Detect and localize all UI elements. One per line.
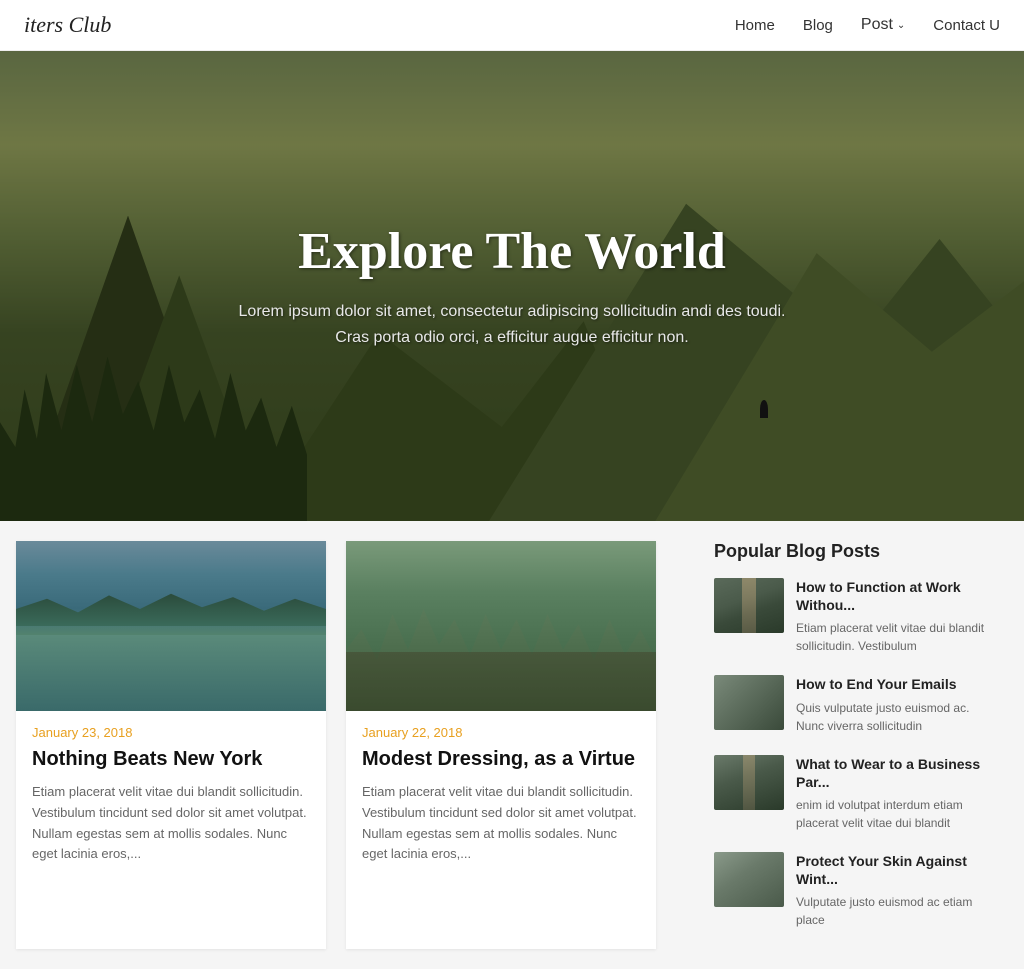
card-image-lake [16,541,326,711]
header: iters Club Home Blog Post ⌄ Contact U [0,0,1024,51]
popular-post-excerpt: Etiam placerat velit vitae dui blandit s… [796,619,992,655]
card-image [346,541,656,711]
popular-post-excerpt: Quis vulputate justo euismod ac. Nunc vi… [796,699,992,735]
popular-post-item[interactable]: How to End Your Emails Quis vulputate ju… [714,675,992,734]
popular-post-info: What to Wear to a Business Par... enim i… [796,755,992,832]
popular-post-item[interactable]: Protect Your Skin Against Wint... Vulput… [714,852,992,929]
blog-cards-container: January 23, 2018 Nothing Beats New York … [16,541,678,949]
nav-contact[interactable]: Contact U [933,17,1000,34]
popular-post-thumbnail [714,755,784,810]
popular-post-thumbnail [714,675,784,730]
chevron-down-icon: ⌄ [897,20,905,31]
nav-home[interactable]: Home [735,17,775,34]
card-image [16,541,326,711]
card-title[interactable]: Nothing Beats New York [32,746,310,772]
thumb-image [714,675,784,730]
popular-post-info: How to Function at Work Withou... Etiam … [796,578,992,655]
nav-post[interactable]: Post ⌄ [861,16,905,34]
sidebar-title: Popular Blog Posts [714,541,992,562]
hero-title: Explore The World [239,222,786,281]
popular-post-title[interactable]: Protect Your Skin Against Wint... [796,852,992,888]
hero-content: Explore The World Lorem ipsum dolor sit … [219,222,806,350]
blog-card: January 22, 2018 Modest Dressing, as a V… [346,541,656,949]
popular-post-title[interactable]: How to Function at Work Withou... [796,578,992,614]
blog-card: January 23, 2018 Nothing Beats New York … [16,541,326,949]
popular-post-thumbnail [714,852,784,907]
thumb-image [714,755,784,810]
hero-subtitle: Lorem ipsum dolor sit amet, consectetur … [239,299,786,350]
thumb-image [714,852,784,907]
popular-post-info: Protect Your Skin Against Wint... Vulput… [796,852,992,929]
main-content: January 23, 2018 Nothing Beats New York … [0,521,1024,969]
card-body: January 23, 2018 Nothing Beats New York … [16,711,326,885]
main-nav: Home Blog Post ⌄ Contact U [735,16,1000,34]
card-excerpt: Etiam placerat velit vitae dui blandit s… [362,782,640,865]
popular-post-excerpt: Vulputate justo euismod ac etiam place [796,893,992,929]
popular-post-item[interactable]: How to Function at Work Withou... Etiam … [714,578,992,655]
nav-blog[interactable]: Blog [803,17,833,34]
popular-post-excerpt: enim id volutpat interdum etiam placerat… [796,796,992,832]
card-date: January 23, 2018 [32,725,310,740]
popular-post-thumbnail [714,578,784,633]
card-body: January 22, 2018 Modest Dressing, as a V… [346,711,656,885]
logo-text: iters Club [24,12,111,37]
hero-figure [760,400,768,418]
thumb-image [714,578,784,633]
hero-section: Explore The World Lorem ipsum dolor sit … [0,51,1024,521]
popular-post-info: How to End Your Emails Quis vulputate ju… [796,675,992,734]
popular-post-title[interactable]: What to Wear to a Business Par... [796,755,992,791]
card-title[interactable]: Modest Dressing, as a Virtue [362,746,640,772]
popular-post-item[interactable]: What to Wear to a Business Par... enim i… [714,755,992,832]
card-image-forest [346,541,656,711]
sidebar: Popular Blog Posts How to Function at Wo… [698,541,1008,949]
card-date: January 22, 2018 [362,725,640,740]
card-excerpt: Etiam placerat velit vitae dui blandit s… [32,782,310,865]
popular-post-title[interactable]: How to End Your Emails [796,675,992,693]
site-logo: iters Club [24,12,111,38]
